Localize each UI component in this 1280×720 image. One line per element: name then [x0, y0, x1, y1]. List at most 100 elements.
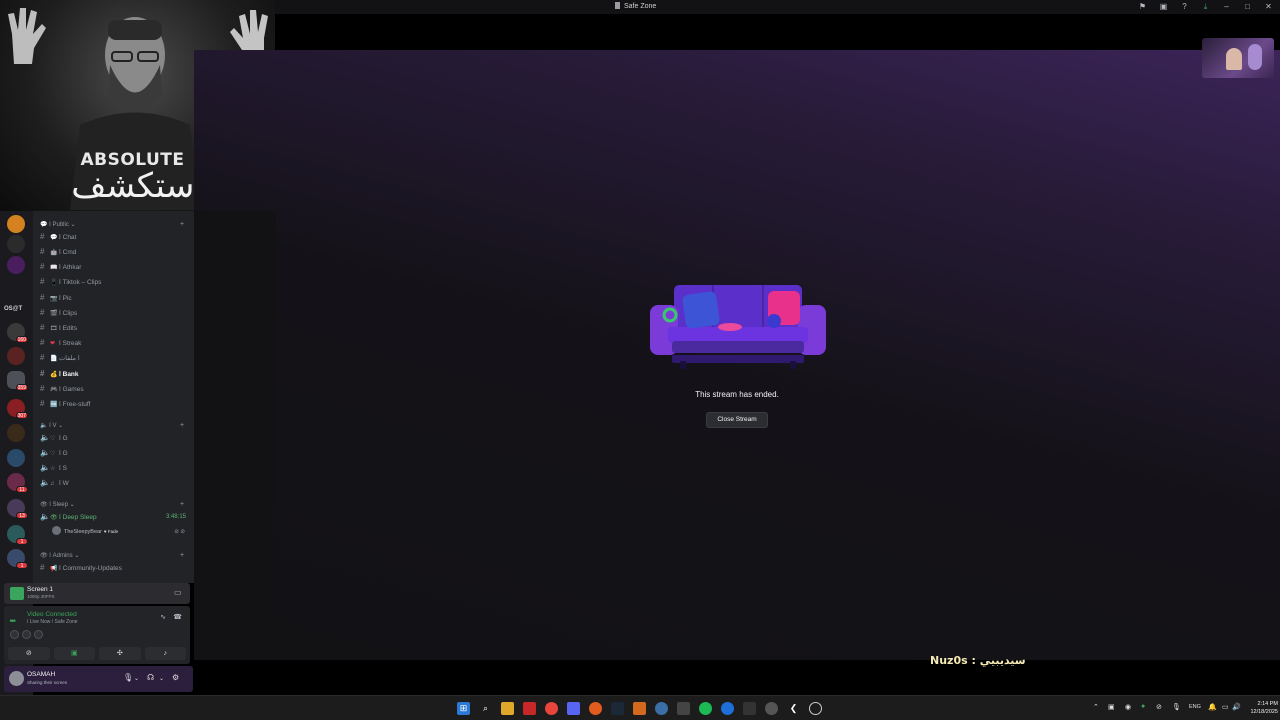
add-channel-icon[interactable]: + — [180, 221, 184, 228]
channel-games[interactable]: # 🎮 ا Games — [40, 383, 190, 395]
add-channel-icon[interactable]: + — [180, 422, 184, 429]
category-public[interactable]: 💬 ا Public ⌄ + — [40, 221, 184, 228]
voice-channel-g1[interactable]: 🔈♡ ا G — [40, 432, 190, 444]
app-icon[interactable] — [677, 702, 690, 715]
close-icon[interactable]: ✕ — [1263, 2, 1274, 12]
network-icon[interactable]: ▭ — [1222, 703, 1229, 711]
download-icon[interactable]: ⤓ — [1200, 2, 1211, 12]
gear-icon[interactable]: ⚙ — [172, 673, 179, 682]
steam-icon[interactable] — [611, 702, 624, 715]
microphone-icon[interactable]: 🎙 — [1172, 703, 1181, 711]
browser-icon[interactable] — [589, 702, 602, 715]
server-icon[interactable] — [7, 449, 25, 467]
channel-chat[interactable]: # 💬 ا Chat — [40, 231, 190, 243]
minimize-icon[interactable]: – — [1221, 2, 1232, 12]
voice-channel-deep-sleep[interactable]: 🔈👁ا Deep Sleep 3:48:15 — [40, 511, 190, 523]
inbox-icon[interactable]: ▣ — [1158, 2, 1169, 12]
help-icon[interactable]: ? — [1179, 2, 1190, 12]
voice-channel-s[interactable]: 🔈☆ ا S — [40, 462, 190, 474]
headphones-icon[interactable]: ☊ — [147, 673, 154, 682]
server-icon[interactable]: 11 — [7, 473, 28, 493]
channel-files[interactable]: # 📄 ا ملفات — [40, 352, 190, 364]
channel-community-updates[interactable]: # 📢 ا Community-Updates — [40, 562, 190, 574]
server-icon[interactable]: 307 — [7, 399, 28, 419]
server-icon[interactable]: 1 — [7, 525, 28, 545]
channel-bank[interactable]: # 💰 ا Bank — [40, 368, 190, 380]
speaker-icon: 🔈 — [40, 433, 50, 442]
app-icon[interactable] — [765, 702, 778, 715]
screen-share-panel[interactable]: Screen 1 1080p 30FPS ▭ — [4, 583, 190, 604]
file-explorer-icon[interactable] — [501, 702, 514, 715]
channel-cmd[interactable]: # 🤖 ا Cmd — [40, 246, 190, 258]
server-icon[interactable]: 359 — [7, 371, 28, 391]
disconnect-icon[interactable]: ☎ — [173, 613, 182, 621]
server-icon[interactable]: 13 — [7, 499, 28, 519]
discord-tray-icon[interactable]: ◉ — [1125, 703, 1131, 711]
voice-status[interactable]: Video Connected — [27, 611, 77, 618]
voice-location[interactable]: ا Live Now / Safe Zone — [27, 619, 78, 625]
close-stream-button[interactable]: Close Stream — [706, 412, 768, 428]
add-channel-icon[interactable]: + — [180, 552, 184, 559]
server-icon[interactable]: 1 — [7, 549, 28, 569]
maximize-icon[interactable]: □ — [1242, 2, 1253, 12]
pin-icon[interactable]: ⚑ — [1137, 2, 1148, 12]
tray-icon[interactable]: ● — [1141, 703, 1145, 710]
search-icon[interactable]: ⌕ — [479, 702, 492, 715]
channel-pic[interactable]: # 📷 ا Pic — [40, 292, 190, 304]
channel-tiktok-clips[interactable]: # 📱 ا Tiktok – Clips — [40, 276, 190, 288]
clock[interactable]: 2:14 PM 12/18/2025 — [1238, 700, 1278, 716]
voice-channel-g2[interactable]: 🔈♡ ا G — [40, 447, 190, 459]
server-icon[interactable] — [7, 279, 25, 297]
voice-user[interactable]: TheSleepyBear ♥ Fade ⊘ ⊘ — [52, 526, 187, 538]
channel-streak[interactable]: # ❤ ا Streak — [40, 337, 190, 349]
server-label[interactable]: OS@T — [4, 306, 22, 312]
soundboard-icon[interactable] — [34, 630, 43, 639]
chevron-down-icon[interactable]: ⌄ — [134, 675, 139, 682]
start-icon[interactable]: ⊞ — [457, 702, 470, 715]
app-icon[interactable] — [809, 702, 822, 715]
chevron-up-icon[interactable]: ⌃ — [1093, 703, 1099, 711]
add-channel-icon[interactable]: + — [180, 501, 184, 508]
category-admins[interactable]: 👁 ا Admins ⌄ + — [40, 552, 184, 559]
microphone-icon[interactable]: 🎙 — [123, 673, 133, 682]
chrome-icon[interactable] — [545, 702, 558, 715]
voice-channel-w[interactable]: 🔈♫ ا W — [40, 477, 190, 489]
avatar[interactable] — [9, 671, 24, 686]
activity-icon[interactable] — [22, 630, 31, 639]
category-v[interactable]: 🔈 ا V ⌄ + — [40, 422, 184, 429]
popout-icon[interactable]: ▭ — [174, 588, 183, 597]
app-icon[interactable] — [655, 702, 668, 715]
server-icon[interactable] — [7, 256, 25, 274]
app-icon[interactable] — [743, 702, 756, 715]
pip-video-thumbnail[interactable] — [1202, 38, 1274, 78]
app-icon[interactable] — [633, 702, 646, 715]
camera-status-icon[interactable] — [10, 630, 19, 639]
category-sleep[interactable]: 👁 ا Sleep ⌄ + — [40, 501, 184, 508]
tray-icon[interactable]: ⊘ — [1156, 703, 1162, 711]
tray-icon[interactable]: ▣ — [1108, 703, 1115, 711]
muted-deafened-icons: ⊘ ⊘ — [174, 529, 185, 535]
server-icon[interactable] — [7, 235, 25, 253]
user-name[interactable]: OSAMAH — [27, 671, 55, 678]
notification-icon[interactable]: 🔔 — [1208, 703, 1217, 711]
channel-free-stuff[interactable]: # 🆓 ا Free-stuff — [40, 398, 190, 410]
language-indicator[interactable]: ENG — [1189, 704, 1201, 710]
server-icon[interactable]: 160 — [7, 323, 28, 343]
chevron-down-icon[interactable]: ⌄ — [159, 675, 164, 682]
soundboard-button[interactable]: ♪ — [144, 647, 186, 660]
share-screen-button[interactable]: ▣ — [53, 647, 95, 660]
channel-athkar[interactable]: # 📖 ا Athkar — [40, 261, 190, 273]
noise-suppression-icon[interactable]: ∿ — [160, 613, 166, 621]
camera-off-button[interactable]: ⊘ — [8, 647, 50, 660]
server-icon[interactable] — [7, 215, 25, 233]
app-icon[interactable] — [523, 702, 536, 715]
channel-edits[interactable]: # 🎞ا Edits — [40, 322, 190, 334]
app-icon[interactable]: ❮ — [787, 702, 800, 715]
app-icon[interactable] — [721, 702, 734, 715]
spotify-icon[interactable] — [699, 702, 712, 715]
discord-icon[interactable] — [567, 702, 580, 715]
server-icon[interactable] — [7, 347, 25, 365]
channel-clips[interactable]: # 🎬 ا Clips — [40, 307, 190, 319]
server-icon[interactable] — [7, 424, 25, 442]
activities-button[interactable]: ✣ — [99, 647, 141, 660]
